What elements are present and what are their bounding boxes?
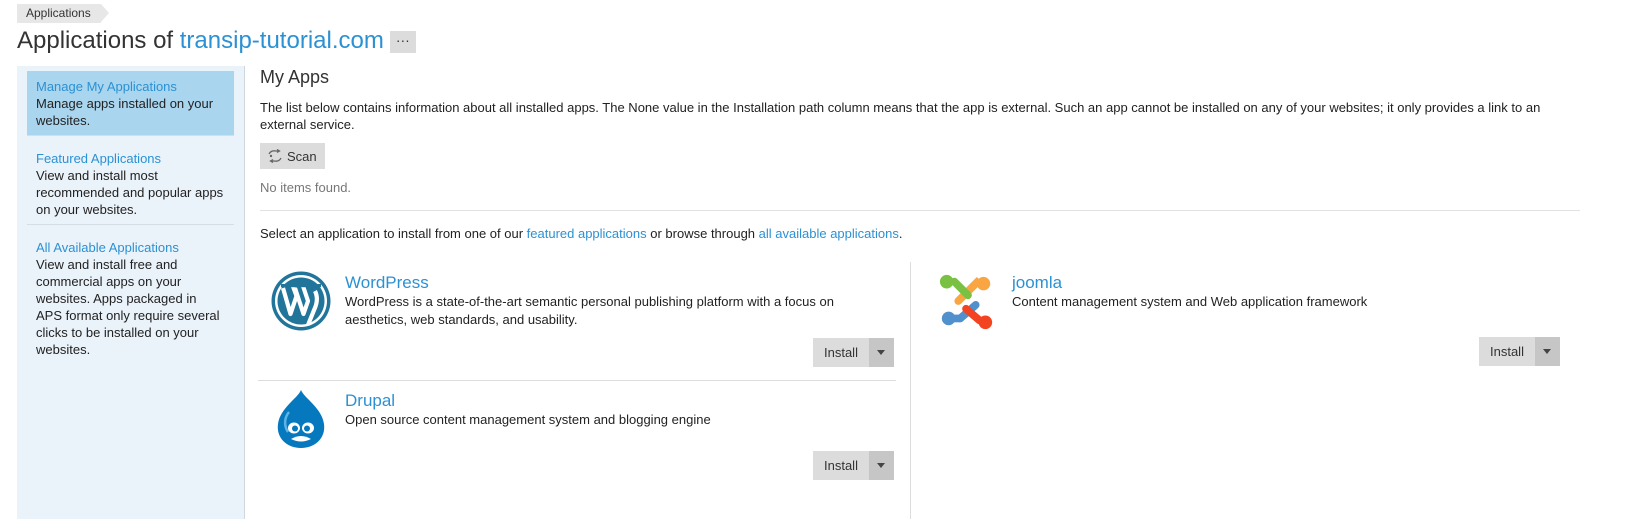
sidebar-item-description: View and install most recommended and po…	[36, 168, 224, 217]
install-button-drupal[interactable]: Install	[813, 451, 894, 480]
more-options-button[interactable]: ···	[389, 30, 416, 53]
sidebar-item-featured-applications[interactable]: Featured Applications View and install m…	[27, 143, 234, 225]
page-title: Applications of transip-tutorial.com ···	[17, 26, 416, 56]
install-button-wordpress[interactable]: Install	[813, 338, 894, 367]
section-heading-my-apps: My Apps	[260, 67, 330, 87]
sidebar: Manage My Applications Manage apps insta…	[17, 66, 245, 519]
select-app-text: Select an application to install from on…	[260, 225, 1651, 242]
app-name-joomla[interactable]: joomla	[1012, 272, 1062, 294]
app-description-drupal: Open source content management system an…	[345, 412, 711, 427]
select-prefix: Select an application to install from on…	[260, 226, 527, 241]
app-card-joomla: joomla Content management system and Web…	[925, 262, 1565, 380]
featured-applications-link[interactable]: featured applications	[527, 226, 647, 241]
sidebar-item-description: Manage apps installed on your websites.	[36, 96, 214, 128]
app-name-wordpress[interactable]: WordPress	[345, 272, 429, 294]
page-title-prefix: Applications of	[17, 27, 180, 54]
sidebar-item-label[interactable]: Manage My Applications	[36, 78, 225, 95]
apps-grid: WordPress WordPress is a state-of-the-ar…	[258, 262, 1651, 519]
install-button-joomla[interactable]: Install	[1479, 337, 1560, 366]
app-card-wordpress: WordPress WordPress is a state-of-the-ar…	[258, 262, 898, 380]
app-name-drupal[interactable]: Drupal	[345, 390, 395, 412]
select-middle: or browse through	[646, 226, 759, 241]
breadcrumb-applications[interactable]: Applications	[17, 4, 109, 23]
joomla-logo-icon	[939, 274, 993, 330]
main-content: My Apps The list below contains informat…	[260, 66, 1651, 242]
sidebar-item-manage-my-applications[interactable]: Manage My Applications Manage apps insta…	[27, 71, 234, 136]
sidebar-item-description: View and install free and commercial app…	[36, 257, 220, 357]
install-label[interactable]: Install	[813, 338, 869, 367]
scan-button-label: Scan	[287, 148, 317, 164]
divider	[260, 210, 1580, 211]
sidebar-item-label[interactable]: All Available Applications	[36, 239, 225, 256]
chevron-down-icon[interactable]	[868, 451, 894, 480]
chevron-down-icon[interactable]	[1534, 337, 1560, 366]
app-description-joomla: Content management system and Web applic…	[1012, 294, 1368, 309]
install-label[interactable]: Install	[1479, 337, 1535, 366]
chevron-down-icon[interactable]	[868, 338, 894, 367]
empty-state-text: No items found.	[260, 180, 352, 195]
app-description-wordpress: WordPress is a state-of-the-art semantic…	[345, 294, 834, 327]
wordpress-logo-icon	[271, 271, 331, 331]
app-card-drupal: Drupal Open source content management sy…	[258, 380, 898, 498]
column-divider	[910, 262, 911, 519]
install-label[interactable]: Install	[813, 451, 869, 480]
drupal-logo-icon	[277, 390, 325, 448]
intro-text: The list below contains information abou…	[260, 100, 1541, 132]
all-available-applications-link[interactable]: all available applications	[759, 226, 899, 241]
scan-icon	[268, 149, 282, 163]
sidebar-item-label[interactable]: Featured Applications	[36, 150, 225, 167]
scan-button[interactable]: Scan	[260, 143, 325, 169]
select-suffix: .	[898, 226, 903, 241]
domain-link[interactable]: transip-tutorial.com	[180, 27, 384, 54]
sidebar-item-all-available-applications[interactable]: All Available Applications View and inst…	[27, 232, 234, 364]
